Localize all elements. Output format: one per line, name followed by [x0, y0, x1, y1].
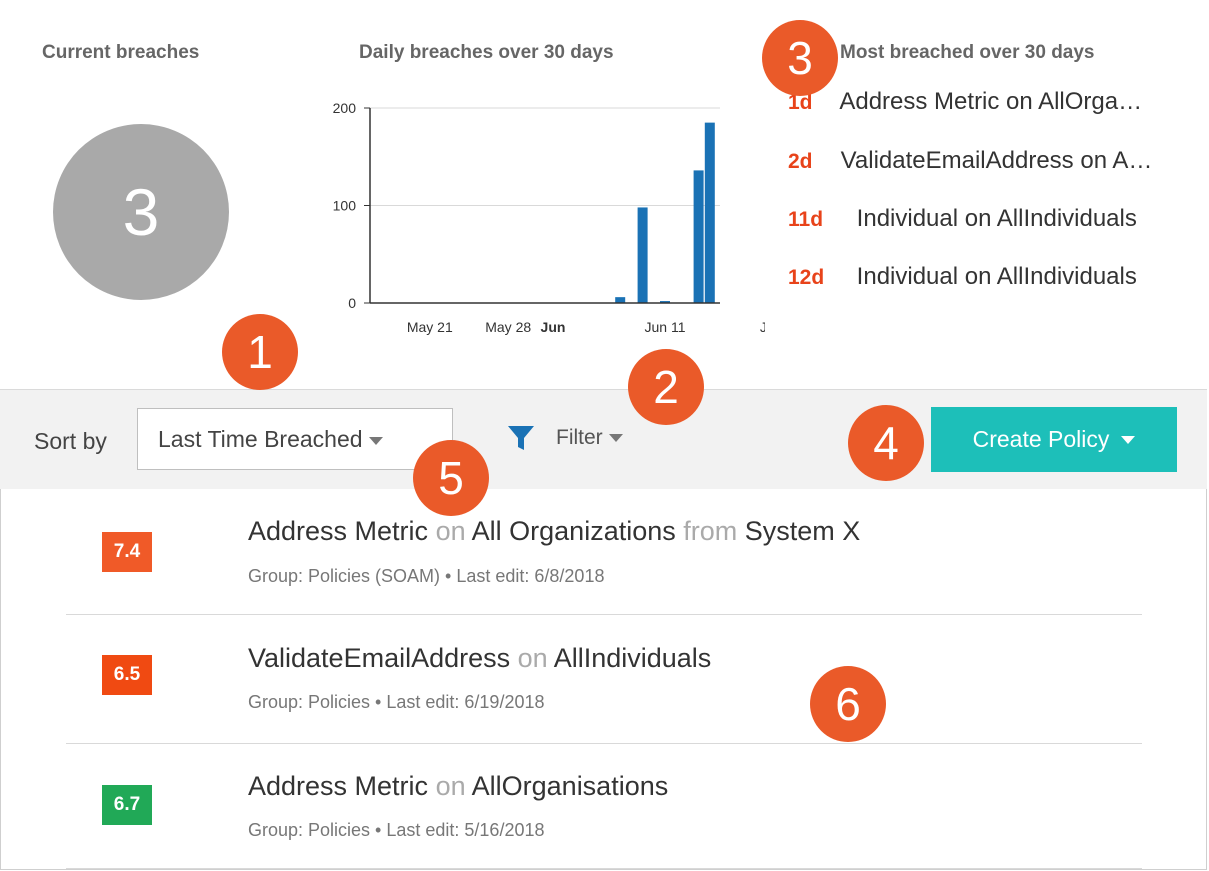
- sort-label: Sort by: [34, 428, 107, 454]
- chart-y-tick-label: 200: [333, 100, 357, 116]
- sort-dropdown[interactable]: Last Time Breached: [137, 408, 453, 470]
- breach-label: Individual on AllIndividuals: [856, 263, 1137, 290]
- breach-days: 2d: [788, 150, 813, 173]
- most-breached-item[interactable]: 12d Individual on AllIndividuals: [788, 263, 1137, 291]
- policy-title[interactable]: ValidateEmailAddress on AllIndividuals: [248, 643, 711, 674]
- chart-bars: [615, 122, 715, 303]
- policy-connector-from: from: [683, 516, 738, 546]
- policy-score-badge: 7.4: [102, 532, 152, 572]
- chart-x-tick-label: Jun: [541, 319, 566, 335]
- policy-name: Address Metric: [248, 771, 429, 801]
- breach-label: Address Metric on AllOrga…: [839, 88, 1143, 115]
- policy-target: AllOrganisations: [471, 771, 669, 801]
- chart-x-tick-label: Jun 11: [645, 319, 686, 335]
- most-breached-item[interactable]: 11d Individual on AllIndividuals: [788, 205, 1137, 233]
- callout-badge: 2: [628, 349, 704, 425]
- policy-score-badge: 6.5: [102, 655, 152, 695]
- most-breached-item[interactable]: 2d ValidateEmailAddress on A…: [788, 147, 1152, 175]
- chart-y-tick-label: 100: [333, 198, 357, 214]
- daily-breaches-chart: 200 100 0 May 21 May 28 Jun Jun 11 Jun 1: [333, 100, 765, 335]
- most-breached-title: Most breached over 30 days: [840, 42, 1095, 63]
- policy-connector-on: on: [435, 771, 466, 801]
- policy-target: AllIndividuals: [553, 643, 712, 673]
- filter-label: Filter: [556, 426, 603, 449]
- sort-value: Last Time Breached: [158, 426, 363, 452]
- row-divider: [66, 868, 1142, 869]
- policy-connector-on: on: [517, 643, 548, 673]
- chart-x-tick-label: May 28: [485, 319, 531, 335]
- filter-button[interactable]: Filter: [506, 423, 623, 453]
- chart-bar[interactable]: [693, 170, 704, 303]
- breach-days: 12d: [788, 266, 825, 289]
- policy-row[interactable]: 6.7 Address Metric on AllOrganisations G…: [0, 744, 1207, 870]
- current-breaches-title: Current breaches: [42, 42, 200, 63]
- chart-x-axis: May 21 May 28 Jun Jun 11 Jun 1: [407, 319, 765, 335]
- policy-row[interactable]: 6.5 ValidateEmailAddress on AllIndividua…: [0, 615, 1207, 743]
- chevron-down-icon: [368, 436, 383, 445]
- policy-source: System X: [744, 516, 861, 546]
- callout-badge: 3: [762, 20, 838, 96]
- policy-target: All Organizations: [471, 516, 676, 546]
- policy-meta: Group: Policies (SOAM) • Last edit: 6/8/…: [248, 566, 605, 586]
- current-breaches-count[interactable]: 3: [53, 124, 229, 300]
- breach-label: Individual on AllIndividuals: [856, 205, 1137, 232]
- chart-x-tick-label: Jun 1: [760, 319, 765, 335]
- breach-days: 11d: [788, 208, 824, 231]
- policy-meta: Group: Policies • Last edit: 6/19/2018: [248, 692, 545, 712]
- chart-y-tick-label: 0: [348, 295, 356, 311]
- policy-name: Address Metric: [248, 516, 429, 546]
- filter-icon: [508, 426, 534, 450]
- callout-badge: 6: [810, 666, 886, 742]
- summary-panel: Current breaches 3 Daily breaches over 3…: [0, 0, 1207, 389]
- callout-badge: 5: [413, 440, 489, 516]
- chart-y-axis: 200 100 0: [333, 100, 357, 311]
- chart-bar[interactable]: [615, 297, 626, 303]
- policy-connector-on: on: [435, 516, 466, 546]
- policy-score-badge: 6.7: [102, 785, 152, 825]
- policy-title[interactable]: Address Metric on AllOrganisations: [248, 771, 668, 802]
- chevron-down-icon: [608, 434, 623, 442]
- create-policy-button[interactable]: Create Policy: [931, 407, 1177, 472]
- breach-label: ValidateEmailAddress on A…: [840, 147, 1153, 174]
- daily-breaches-title: Daily breaches over 30 days: [359, 42, 614, 63]
- chevron-down-icon: [1121, 435, 1136, 444]
- chart-grid: [364, 107, 720, 304]
- policy-row[interactable]: 7.4 Address Metric on All Organizations …: [0, 488, 1207, 614]
- most-breached-item[interactable]: 1d Address Metric on AllOrga…: [788, 88, 1142, 116]
- callout-badge: 4: [848, 405, 924, 481]
- policy-meta: Group: Policies • Last edit: 5/16/2018: [248, 820, 545, 840]
- chart-x-tick-label: May 21: [407, 319, 453, 335]
- callout-badge: 1: [222, 314, 298, 390]
- policy-name: ValidateEmailAddress: [248, 643, 511, 673]
- create-policy-label: Create Policy: [972, 426, 1110, 452]
- policy-title[interactable]: Address Metric on All Organizations from…: [248, 516, 860, 547]
- chart-bar[interactable]: [637, 207, 648, 303]
- chart-bar[interactable]: [704, 122, 715, 303]
- list-toolbar: Sort by Last Time Breached Filter Create…: [0, 389, 1207, 489]
